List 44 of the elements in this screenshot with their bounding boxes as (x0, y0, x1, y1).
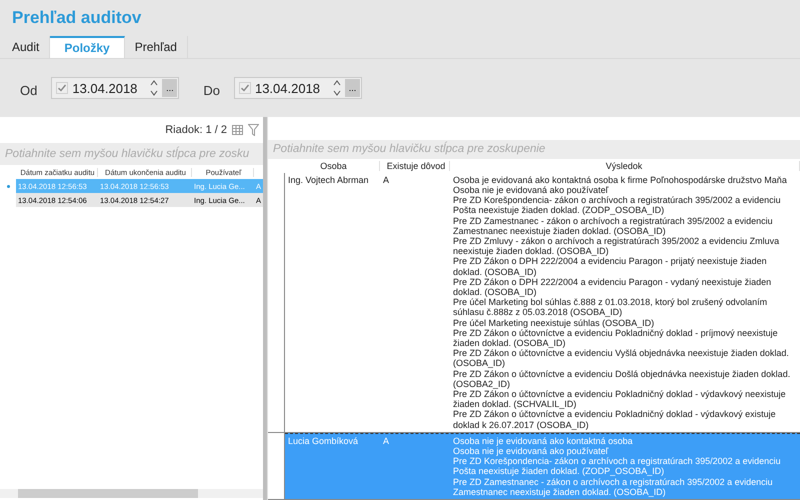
result-text: Pre ZD Zákon o účtovníctve a evidenciu Vyšlá objednávka neexistuje žiaden doklad. (OSOBA_ID) (453, 348, 790, 369)
result-text: Pre ZD Korešpondencia- zákon o archívoch a registratúrach 395/2002 a evidenciu Pošta neexistuje žiaden doklad. (ZODP_OSOBA_ID) (453, 195, 782, 216)
page-title: Prehľad auditov (11, 7, 142, 28)
column-header[interactable]: Existuje dôvod (380, 160, 450, 171)
result-text: Pre ZD Zamestnanec - zákon o archívoch a registratúrach 395/2002 a evidenciu Zamestnanec neexistuje žiaden doklad. (OSOBA_ID) (453, 216, 774, 236)
result-text: Pre ZD Zákon o účtovníctve a evidenciu Pokladničný doklad - príjmový neexistuje žiaden doklad. (OSOBA_ID) (453, 328, 779, 348)
result-text: Pre účel Marketing bol súhlas č.888 z 01.03.2018, ktorý bol zrušený odvolaním súhlasu č.888z z 05.03.2018 (OSOBA_ID) (453, 297, 768, 318)
horizontal-scrollbar[interactable] (0, 489, 263, 498)
result-text: Pre ZD Zákon o DPH 222/2004 a evidenciu Paragon - prijatý neexistuje žiaden doklad. (OSOBA_ID) (453, 256, 768, 277)
result-text: Pre ZD Zákon o účtovníctve a evidenciu Pokladničný doklad - výdavkový neexistuje žiaden doklad. (SCHVALIL_ID) (453, 388, 787, 410)
column-header[interactable]: Výsledok (450, 160, 800, 171)
result-text: Pre účel Marketing neexistuje súhlas (OSOBA_ID) (453, 318, 656, 328)
spin-arrows-icon[interactable] (150, 79, 158, 97)
table-cell-text: A (382, 436, 390, 448)
result-text: Osoba nie je evidovaná ako používateľ (453, 446, 610, 456)
column-header[interactable]: Osoba (285, 160, 380, 171)
result-text: Osoba nie je evidovaná ako kontaktná osoba (453, 436, 634, 446)
checkbox[interactable] (238, 82, 251, 94)
table-cell-text: Lucia Gombíková (287, 436, 360, 448)
date-field[interactable]: 13.04.2018 ... (51, 77, 180, 99)
filter-icon[interactable] (248, 124, 259, 136)
field-label: Od (20, 82, 38, 98)
date-field[interactable]: 13.04.2018 ... (234, 77, 362, 99)
current-row-icon (6, 184, 10, 188)
result-text: Pre ZD Zákon o účtovníctve a evidenciu Pokladničný doklad - výdavkový existuje doklad k 26.07.2017 (OSOBA_ID) (453, 409, 777, 430)
group-hint: Potiahnite sem myšou hlavičku stĺpca pre zoskupenie (273, 143, 546, 156)
result-text: Osoba nie je evidovaná ako používateľ (453, 184, 610, 196)
result-text: Pre ZD Zákon o účtovníctve a evidenciu Došlá objednávka neexistuje žiaden doklad. (OSOBA2_ID) (453, 368, 792, 389)
result-text: Pre ZD Zmluvy - zákon o archívoch a registratúrach 395/2002 a evidenciu Zmluva neexistuje žiaden doklad. (OSOBA_ID) (453, 236, 780, 256)
browse-button[interactable]: ... (162, 79, 178, 97)
grid-icon[interactable] (232, 125, 243, 135)
tab[interactable]: Prehľad (124, 36, 188, 58)
spin-arrows-icon[interactable] (332, 79, 341, 97)
field-label: Do (203, 82, 220, 98)
table-cell-text: A (382, 174, 390, 187)
table-cell-text: Ing. Vojtech Abrman (287, 174, 370, 187)
group-hint: Potiahnite sem myšou hlavičku stĺpca pre zosku (5, 148, 250, 160)
result-text: Pre ZD Korešpondencia- zákon o archívoch a registratúrach 395/2002 a evidenciu Pošta neexistuje žiaden doklad. (ZODP_OSOBA_ID) (453, 456, 782, 477)
checkbox[interactable] (56, 82, 68, 94)
result-text: Pre ZD Zamestnanec - zákon o archívoch a registratúrach 395/2002 a evidenciu Zamestnanec neexistuje žiaden doklad. (OSOBA_ID) (453, 476, 774, 497)
browse-button[interactable]: ... (344, 79, 360, 97)
result-text: Osoba je evidovaná ako kontaktná osoba k firme Poľnohospodárske družstvo Maňa (453, 174, 788, 185)
row-counter: Riadok: 1 / 2 (165, 124, 227, 136)
result-text: Pre ZD Zákon o DPH 222/2004 a evidenciu Paragon - vydaný neexistuje žiaden doklad. (OSOBA_ID) (453, 276, 772, 298)
